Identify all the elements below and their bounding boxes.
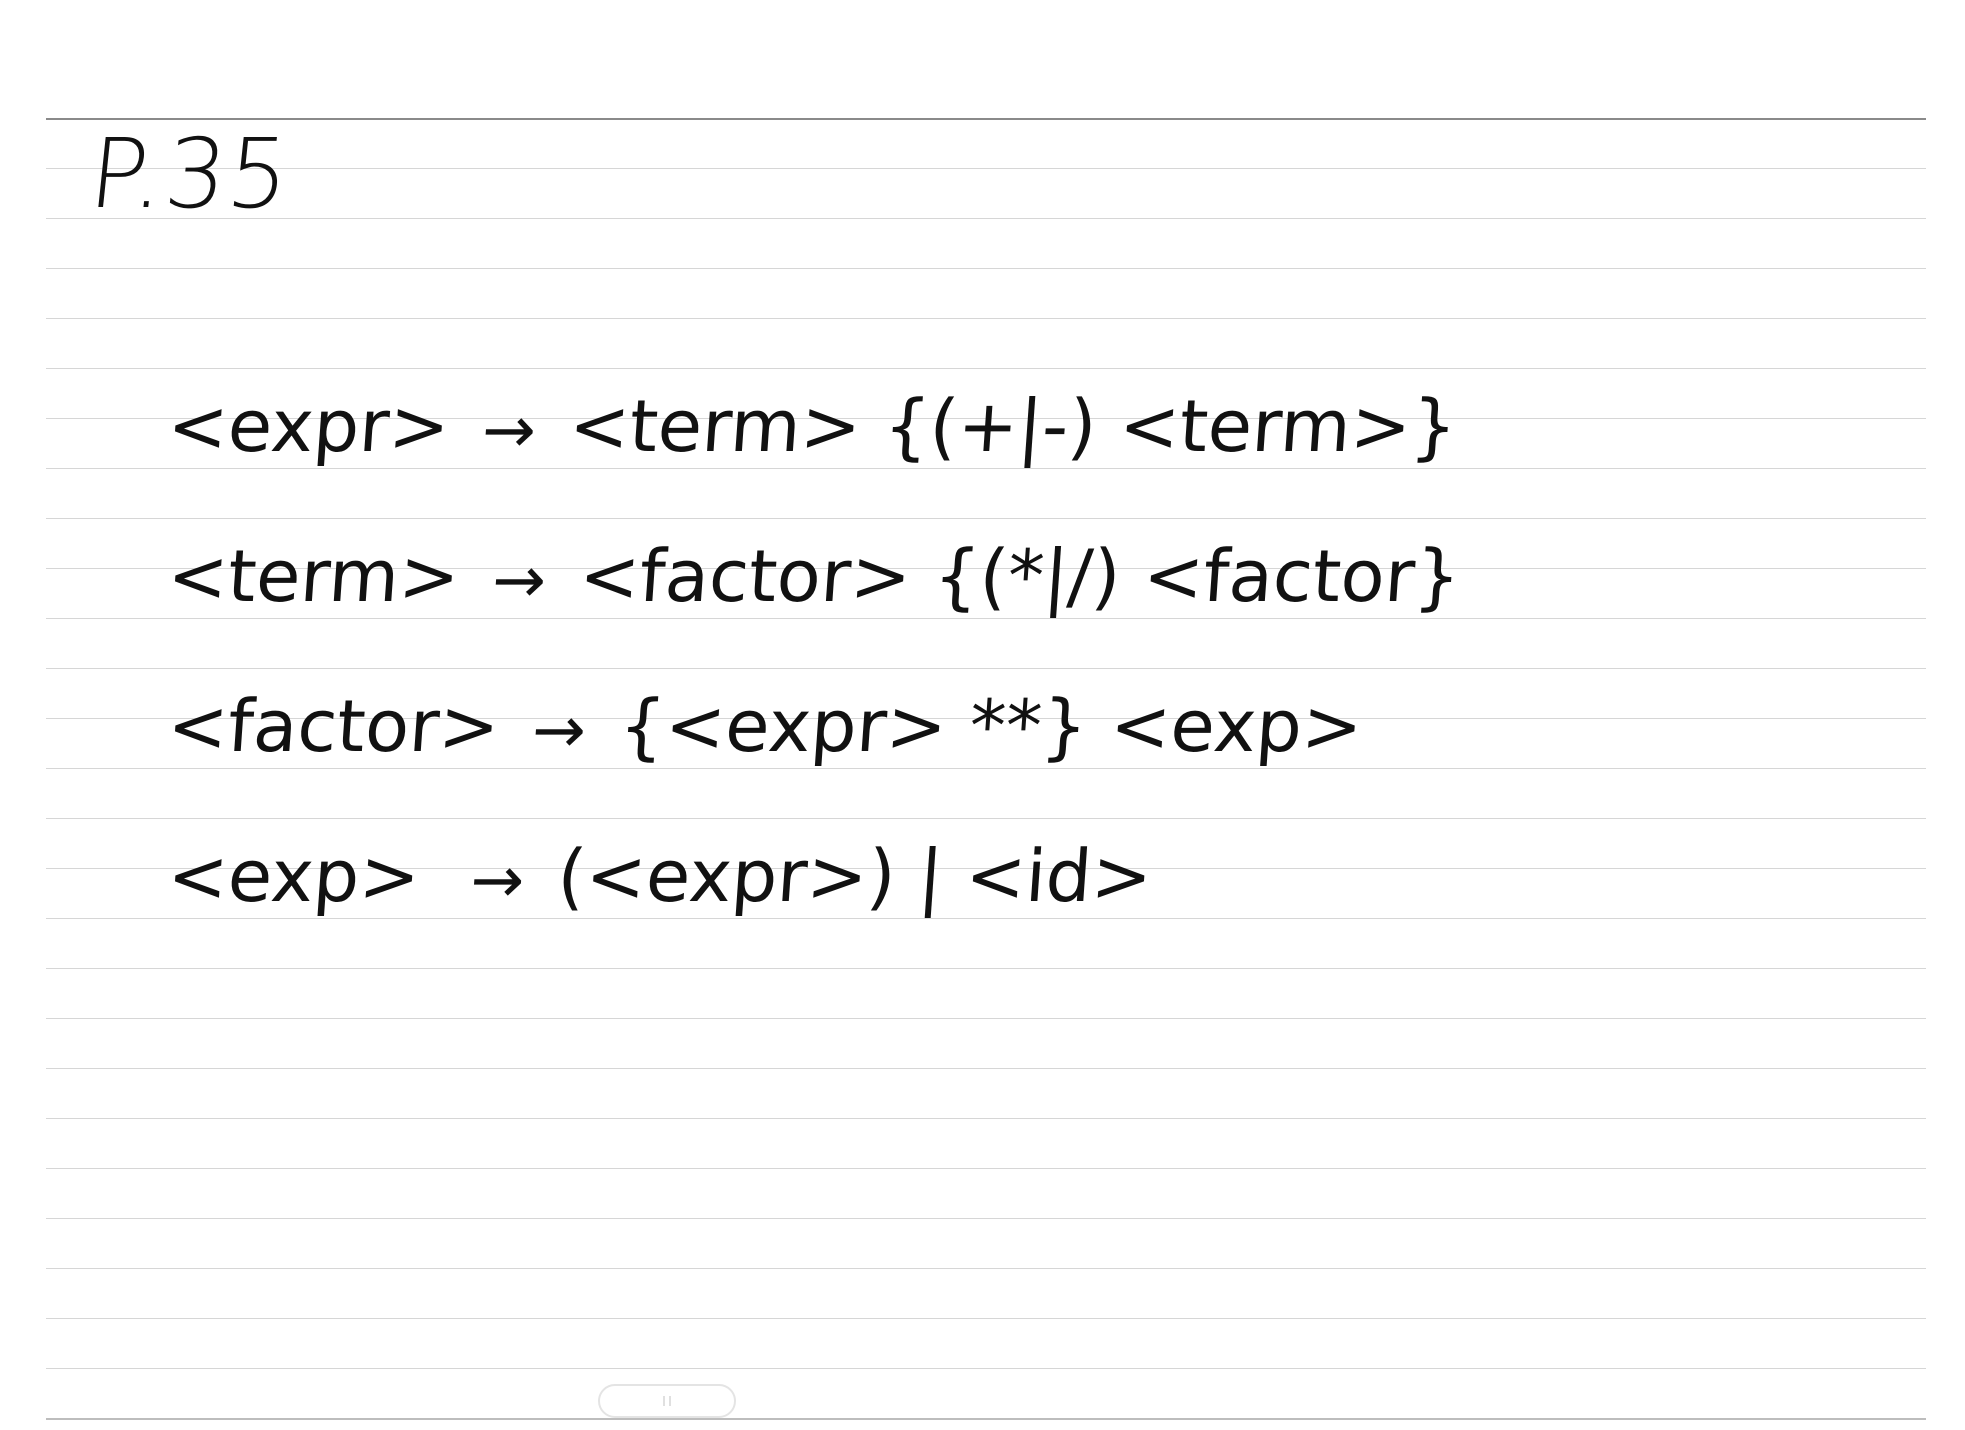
ruled-line — [46, 318, 1926, 319]
page-number: P.35 — [84, 118, 296, 230]
ruled-line — [46, 618, 1926, 619]
top-rule-line — [46, 118, 1926, 120]
ruled-line — [46, 1018, 1926, 1019]
grammar-rule-factor: <factor> → {<expr> **} <exp> — [165, 678, 1366, 768]
grip-icon — [663, 1396, 671, 1406]
rule-rhs: (<expr>) | <id> — [554, 834, 1155, 918]
ruled-line — [46, 918, 1926, 919]
grammar-rule-term: <term> → <factor> {(*|/) <factor} — [165, 528, 1464, 618]
derives-arrow-icon: → — [479, 394, 539, 468]
ruled-line — [46, 218, 1926, 219]
derives-arrow-icon: → — [529, 694, 589, 768]
ruled-line — [46, 168, 1926, 169]
ruled-line — [46, 1218, 1926, 1219]
rule-rhs: {<expr> **} <exp> — [616, 684, 1366, 768]
ruled-line — [46, 968, 1926, 969]
ruled-line — [46, 518, 1926, 519]
ruled-line — [46, 818, 1926, 819]
ruled-line — [46, 668, 1926, 669]
notebook-page: P.35 <expr> → <term> {(+|-) <term>} <ter… — [0, 0, 1965, 1430]
ruled-line — [46, 368, 1926, 369]
ruled-line — [46, 1268, 1926, 1269]
ruled-line — [46, 1068, 1926, 1069]
rule-rhs: <term> {(+|-) <term>} — [566, 384, 1460, 468]
rule-lhs: <expr> — [164, 384, 453, 468]
ruled-line — [46, 1168, 1926, 1169]
ruled-line — [46, 268, 1926, 269]
rule-lhs: <exp> — [164, 834, 423, 918]
grammar-rule-expr: <expr> → <term> {(+|-) <term>} — [165, 378, 1460, 468]
ruled-line — [46, 1368, 1926, 1369]
derives-arrow-icon: → — [489, 544, 549, 618]
rule-rhs: <factor> {(*|/) <factor} — [576, 534, 1464, 618]
grammar-rule-exp: <exp> → (<expr>) | <id> — [165, 828, 1155, 918]
ruled-line — [46, 468, 1926, 469]
derives-arrow-icon: → — [468, 844, 527, 918]
ruled-line — [46, 768, 1926, 769]
rule-lhs: <term> — [164, 534, 463, 618]
ruled-line — [46, 1118, 1926, 1119]
rule-lhs: <factor> — [164, 684, 503, 768]
page-scroll-handle[interactable] — [598, 1384, 736, 1418]
ruled-line — [46, 1318, 1926, 1319]
bottom-rule-line — [46, 1418, 1926, 1420]
